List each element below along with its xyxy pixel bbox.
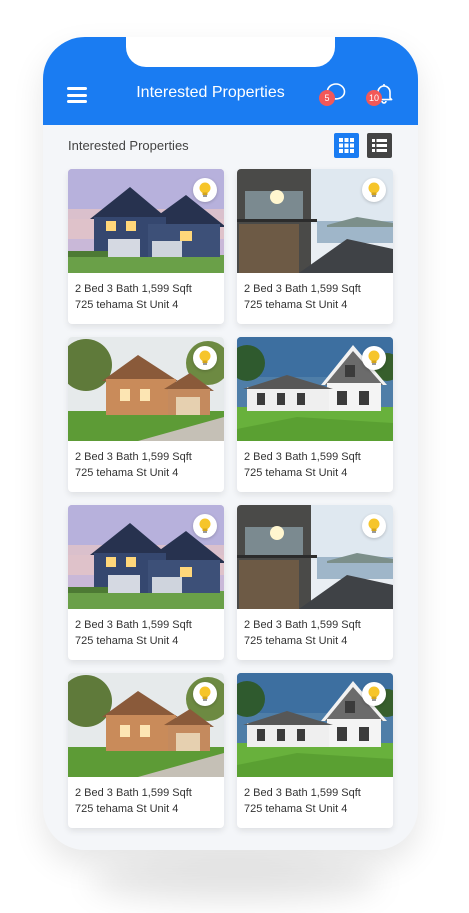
lightbulb-icon[interactable] [362,514,386,538]
phone-notch [126,37,335,67]
section-title: Interested Properties [68,138,189,153]
grid-view-button[interactable] [334,133,359,158]
property-card[interactable]: 2 Bed 3 Bath 1,599 Sqft 725 tehama St Uni… [237,673,393,828]
property-details: 2 Bed 3 Bath 1,599 Sqft [75,787,192,799]
property-details: 2 Bed 3 Bath 1,599 Sqft [244,619,361,631]
lightbulb-icon[interactable] [193,346,217,370]
property-address: 725 tehama St Unit 4 [75,467,179,479]
lightbulb-icon[interactable] [193,514,217,538]
lightbulb-icon[interactable] [362,682,386,706]
grid-icon [339,138,354,153]
lightbulb-icon[interactable] [362,346,386,370]
property-details: 2 Bed 3 Bath 1,599 Sqft [244,451,361,463]
property-address: 725 tehama St Unit 4 [244,803,348,815]
property-details: 2 Bed 3 Bath 1,599 Sqft [75,451,192,463]
property-details: 2 Bed 3 Bath 1,599 Sqft [244,283,361,295]
property-card[interactable]: 2 Bed 3 Bath 1,599 Sqft 725 tehama St Uni… [68,673,224,828]
property-card[interactable]: 2 Bed 3 Bath 1,599 Sqft 725 tehama St Uni… [68,169,224,324]
property-card[interactable]: 2 Bed 3 Bath 1,599 Sqft 725 tehama St Uni… [237,337,393,492]
property-details: 2 Bed 3 Bath 1,599 Sqft [75,283,192,295]
property-card[interactable]: 2 Bed 3 Bath 1,599 Sqft 725 tehama St Uni… [68,337,224,492]
property-details: 2 Bed 3 Bath 1,599 Sqft [75,619,192,631]
list-icon [372,139,387,152]
bell-badge: 10 [366,90,382,106]
chat-badge: 5 [319,90,335,106]
lightbulb-icon[interactable] [193,682,217,706]
property-card[interactable]: 2 Bed 3 Bath 1,599 Sqft 725 tehama St Uni… [237,169,393,324]
property-address: 725 tehama St Unit 4 [75,803,179,815]
property-address: 725 tehama St Unit 4 [244,467,348,479]
lightbulb-icon[interactable] [362,178,386,202]
property-card[interactable]: 2 Bed 3 Bath 1,599 Sqft 725 tehama St Uni… [68,505,224,660]
property-address: 725 tehama St Unit 4 [75,299,179,311]
property-address: 725 tehama St Unit 4 [244,635,348,647]
property-card[interactable]: 2 Bed 3 Bath 1,599 Sqft 725 tehama St Uni… [237,505,393,660]
list-view-button[interactable] [367,133,392,158]
phone-frame: Interested Properties 5 10 Interested Pr… [43,37,418,850]
property-address: 725 tehama St Unit 4 [75,635,179,647]
app-header: Interested Properties 5 10 [43,37,418,125]
property-details: 2 Bed 3 Bath 1,599 Sqft [244,787,361,799]
property-address: 725 tehama St Unit 4 [244,299,348,311]
lightbulb-icon[interactable] [193,178,217,202]
phone-shadow [90,862,380,902]
